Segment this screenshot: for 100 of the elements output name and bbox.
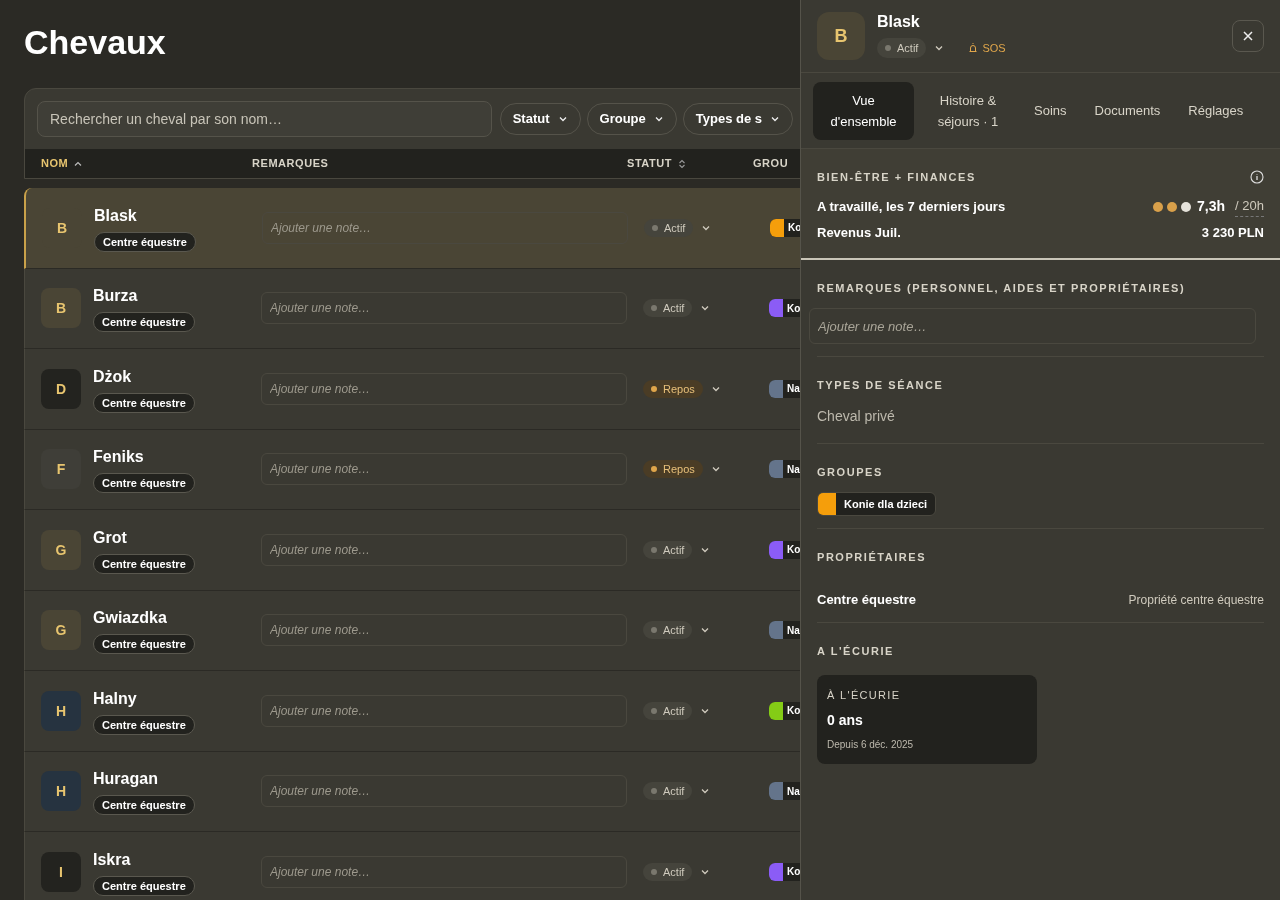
horse-avatar: G bbox=[41, 610, 81, 651]
group-tag: Na bbox=[769, 379, 800, 398]
alarm-light-icon bbox=[968, 43, 979, 53]
close-icon bbox=[1242, 30, 1254, 42]
owner-tag: Centre équestre bbox=[93, 714, 195, 735]
note-field[interactable]: Ajouter une note… bbox=[809, 308, 1256, 344]
group-tag: Ko bbox=[770, 218, 800, 237]
table-row[interactable]: B Blask Centre équestre Ajouter une note… Actif Ko bbox=[24, 188, 800, 269]
horse-name[interactable]: Iskra bbox=[93, 847, 131, 872]
status-badge[interactable]: Actif bbox=[643, 621, 693, 640]
column-header[interactable]: STATUT bbox=[627, 155, 753, 172]
note-field[interactable]: Ajouter une note… bbox=[261, 292, 627, 325]
table-row[interactable]: F Feniks Centre équestre Ajouter une note… Repos Na bbox=[24, 429, 800, 510]
sort-icon bbox=[678, 158, 687, 169]
tab[interactable]: Histoire & séjours · 1 bbox=[918, 81, 1018, 140]
status-badge[interactable]: Actif bbox=[643, 299, 693, 318]
card-date: Depuis 6 déc. 2025 bbox=[827, 737, 915, 752]
horse-avatar: B bbox=[817, 12, 865, 60]
owner-tag: Centre équestre bbox=[94, 231, 196, 252]
worked-label: A travaillé, les 7 derniers jours bbox=[817, 197, 1006, 216]
note-field[interactable]: Ajouter une note… bbox=[261, 372, 627, 405]
table-row[interactable]: B Burza Centre équestre Ajouter une note… Actif Ko bbox=[24, 268, 800, 349]
page-title: Chevaux bbox=[24, 22, 167, 63]
horse-name[interactable]: Grot bbox=[93, 525, 127, 550]
revenue-label: Revenus Juil. bbox=[817, 223, 901, 242]
horse-avatar: D bbox=[41, 368, 81, 409]
info-icon[interactable] bbox=[1250, 170, 1264, 185]
owner-tag: Centre équestre bbox=[93, 553, 195, 574]
section-title: REMARQUES (PERSONNEL, AIDES ET PROPRIÉTAIRES) bbox=[817, 280, 1187, 296]
note-field[interactable]: Ajouter une note… bbox=[261, 614, 627, 647]
section-title: GROUPES bbox=[817, 464, 884, 480]
note-field[interactable]: Ajouter une note… bbox=[261, 533, 627, 566]
tab[interactable]: Soins bbox=[1022, 81, 1079, 140]
owner-tag: Centre équestre bbox=[93, 392, 195, 413]
sos-button[interactable]: SOS bbox=[968, 39, 1006, 57]
group-tag: Ko bbox=[769, 862, 800, 881]
tab[interactable]: Réglages bbox=[1176, 81, 1256, 140]
owner-tag: Centre équestre bbox=[93, 875, 195, 896]
card-label: À L'ÉCURIE bbox=[827, 688, 902, 703]
table-row[interactable]: D Dżok Centre équestre Ajouter une note… Repos Na bbox=[24, 349, 800, 430]
table-row[interactable]: H Halny Centre équestre Ajouter une note… Actif Ko bbox=[24, 671, 800, 752]
status-badge[interactable]: Repos bbox=[643, 379, 703, 398]
horse-name[interactable]: Blask bbox=[94, 203, 137, 228]
table-row[interactable]: H Huragan Centre équestre Ajouter une note… Actif Na bbox=[24, 751, 800, 832]
horse-name[interactable]: Feniks bbox=[93, 445, 144, 470]
owner-tag: Centre équestre bbox=[93, 473, 195, 494]
group-tag: Ko bbox=[769, 701, 800, 720]
worked-target: / 20h bbox=[1235, 196, 1264, 217]
group-tag: Na bbox=[769, 460, 800, 479]
tab[interactable]: Vue d'ensemble bbox=[813, 81, 914, 140]
note-field[interactable]: Ajouter une note… bbox=[261, 694, 627, 727]
status-badge[interactable]: Actif bbox=[643, 540, 693, 559]
status-badge[interactable]: Repos bbox=[643, 460, 703, 479]
horse-name[interactable]: Gwiazdka bbox=[93, 606, 167, 631]
chevron-down-icon[interactable] bbox=[934, 43, 945, 53]
horse-avatar: I bbox=[41, 851, 81, 892]
note-field[interactable]: Ajouter une note… bbox=[261, 775, 627, 808]
owner-name: Centre équestre bbox=[817, 590, 916, 609]
note-field[interactable]: Ajouter une note… bbox=[261, 453, 627, 486]
table-row[interactable]: I Iskra Centre équestre Ajouter une note… Actif Ko bbox=[24, 832, 800, 900]
horse-name[interactable]: Huragan bbox=[93, 767, 158, 792]
section-title: A L'ÉCURIE bbox=[817, 643, 895, 659]
horse-name[interactable]: Burza bbox=[93, 284, 138, 309]
note-field[interactable]: Ajouter une note… bbox=[262, 211, 628, 244]
group-tag: Na bbox=[769, 782, 800, 801]
revenue-value: 3 230 PLN bbox=[1201, 223, 1264, 242]
status-badge[interactable]: Actif bbox=[644, 218, 694, 237]
chevron-down-icon[interactable] bbox=[770, 114, 780, 124]
horse-avatar: H bbox=[41, 690, 81, 731]
group-tag: Na bbox=[769, 621, 800, 640]
close-button[interactable] bbox=[1232, 20, 1264, 52]
horse-name[interactable]: Halny bbox=[93, 686, 137, 711]
owner-tag: Centre équestre bbox=[93, 795, 195, 816]
status-badge[interactable]: Actif bbox=[643, 782, 693, 801]
group-tag: Konie dla dzieci bbox=[817, 492, 937, 516]
owner-tag: Centre équestre bbox=[93, 634, 195, 655]
column-header[interactable]: NOM bbox=[25, 155, 252, 172]
horse-avatar: B bbox=[41, 288, 81, 329]
column-header[interactable]: GROU bbox=[753, 155, 800, 172]
status-badge[interactable]: Actif bbox=[643, 862, 693, 881]
status-badge[interactable]: Actif bbox=[877, 38, 927, 58]
horse-avatar: H bbox=[41, 771, 81, 812]
chevron-down-icon[interactable] bbox=[653, 114, 664, 124]
table-row[interactable]: G Grot Centre équestre Ajouter une note… Actif Ko bbox=[24, 510, 800, 591]
owner-tag: Centre équestre bbox=[93, 312, 195, 333]
group-tag: Ko bbox=[769, 299, 800, 318]
group-tag: Ko bbox=[769, 540, 800, 559]
status-badge[interactable]: Actif bbox=[643, 701, 693, 720]
card-value: 0 ans bbox=[827, 710, 864, 730]
table-row[interactable]: G Gwiazdka Centre équestre Ajouter une note… Actif Na bbox=[24, 590, 800, 671]
section-title: BIEN-ÊTRE + FINANCES bbox=[817, 170, 976, 185]
chevron-down-icon[interactable] bbox=[557, 114, 568, 124]
note-field[interactable]: Ajouter une note… bbox=[261, 855, 627, 888]
horse-avatar: F bbox=[41, 449, 81, 490]
search-field[interactable]: Rechercher un cheval par son nom… bbox=[37, 101, 492, 137]
owner-detail: Propriété centre équestre bbox=[1128, 591, 1264, 609]
horse-name[interactable]: Dżok bbox=[93, 364, 132, 389]
section-title: PROPRIÉTAIRES bbox=[817, 550, 928, 565]
tab[interactable]: Documents bbox=[1082, 81, 1173, 140]
column-header[interactable]: REMARQUES bbox=[252, 155, 627, 172]
